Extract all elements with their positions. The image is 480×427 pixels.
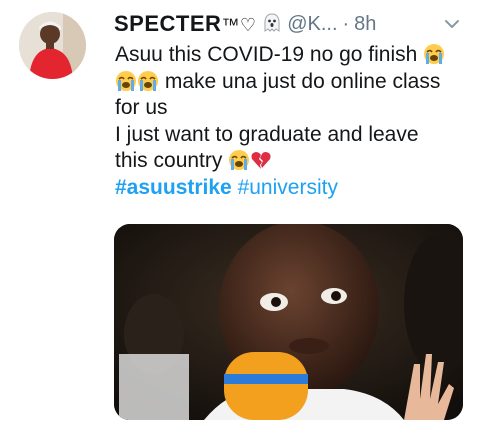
tweet-header: SPECTER™♡ @K... · 8h: [114, 10, 472, 38]
hashtag-university[interactable]: #university: [238, 176, 338, 199]
avatar-image: [19, 12, 86, 79]
tweet-line-1: Asuu this COVID-19 no go finish: [115, 43, 418, 66]
display-name-text: SPECTER: [114, 11, 222, 36]
ghost-icon: [264, 13, 280, 32]
tweet-media-image[interactable]: [114, 224, 463, 420]
avatar[interactable]: [19, 12, 86, 79]
user-handle[interactable]: @K...: [287, 13, 337, 36]
media-photo: [114, 224, 463, 420]
display-name[interactable]: SPECTER™♡: [114, 11, 281, 37]
tweet-timestamp[interactable]: 8h: [354, 13, 376, 36]
chevron-down-icon[interactable]: [442, 14, 462, 34]
loudly-crying-face-icon: [229, 150, 250, 170]
tweet-line-4: I just want to graduate and leave: [115, 122, 419, 146]
tweet-text: Asuu this COVID-19 no go finish make una…: [115, 42, 473, 201]
separator-dot: ·: [342, 12, 350, 35]
loudly-crying-face-icon: [116, 70, 136, 91]
loudly-crying-face-icon: [138, 70, 158, 91]
display-name-suffix: ™♡: [221, 15, 257, 35]
tweet-line-2: make una just do online class: [159, 69, 441, 93]
hashtag-asuustrike[interactable]: #asuustrike: [115, 176, 232, 199]
tweet-line-5: this country: [115, 149, 223, 172]
broken-heart-icon: [251, 152, 271, 169]
tweet-line-3: for us: [115, 96, 168, 119]
loudly-crying-face-icon: [424, 44, 445, 64]
